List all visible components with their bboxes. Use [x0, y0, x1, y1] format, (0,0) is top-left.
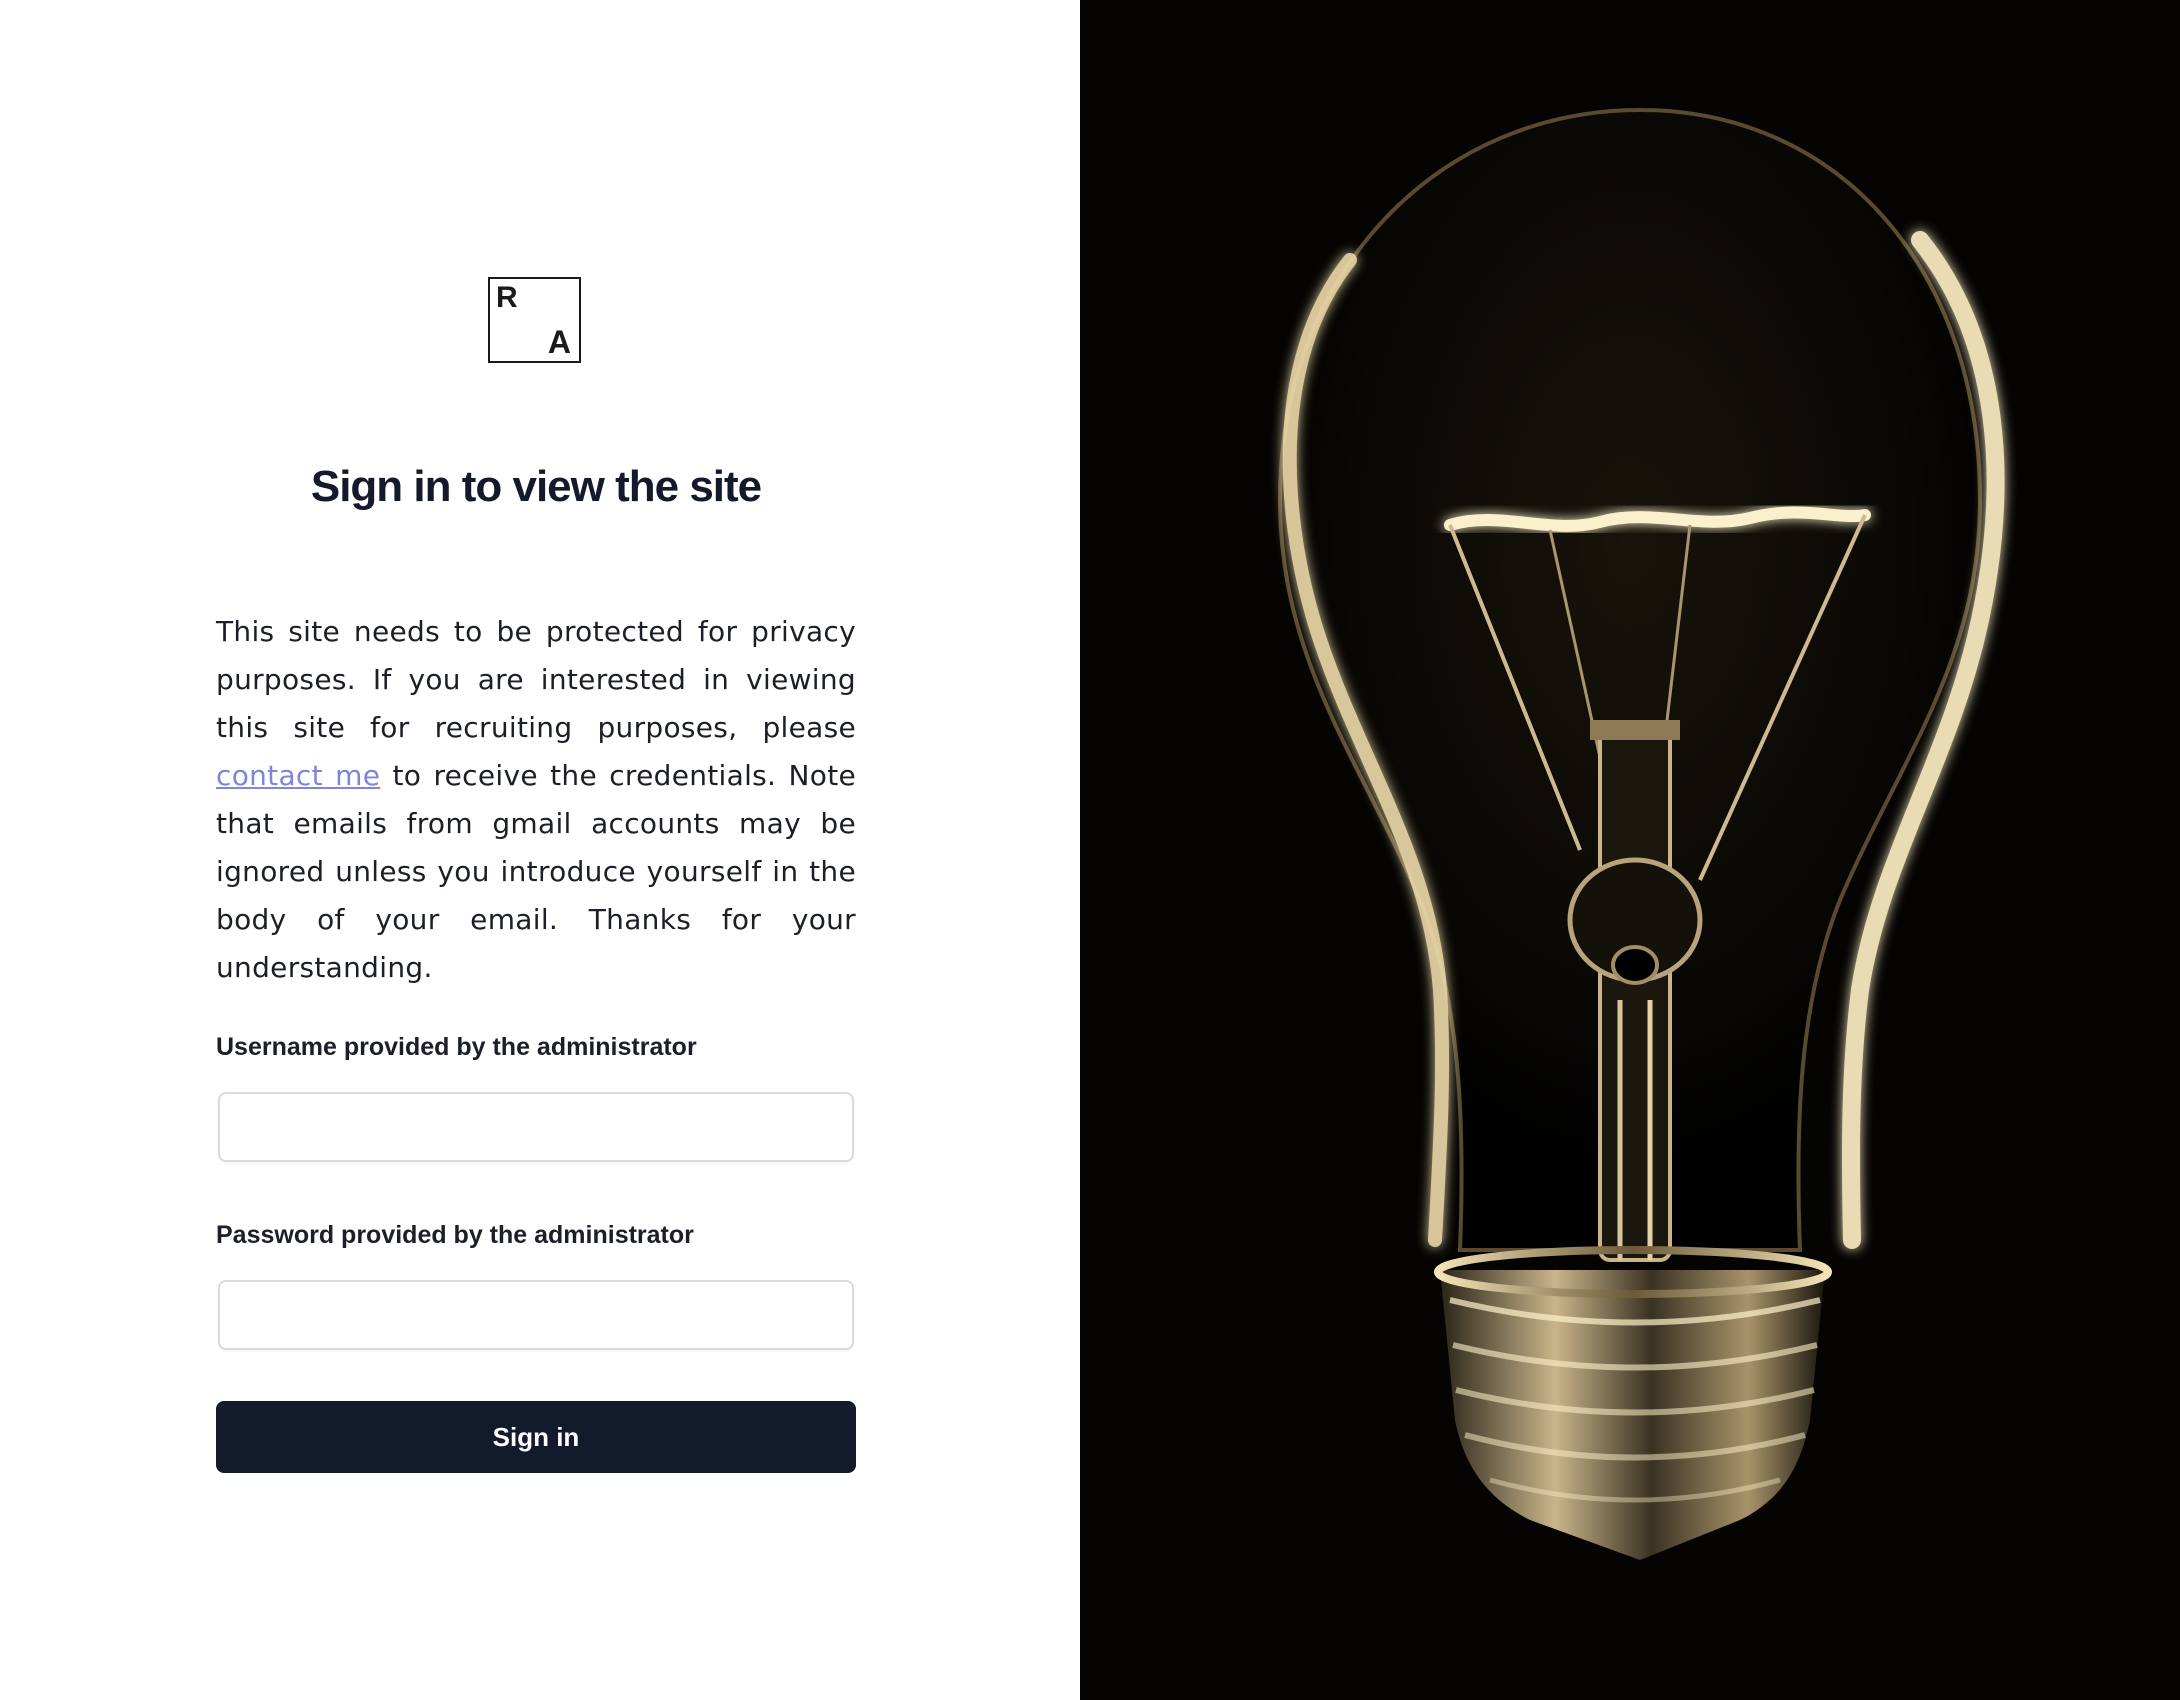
sign-in-button[interactable]: Sign in [216, 1401, 856, 1473]
username-label: Username provided by the administrator [216, 1033, 697, 1061]
sign-in-panel: R A Sign in to view the site This site n… [0, 0, 1080, 1700]
bulb-stem [1598, 728, 1672, 1262]
intro-text-before: This site needs to be protected for priv… [216, 615, 856, 744]
contact-me-link[interactable]: contact me [216, 759, 380, 792]
logo-letter-r: R [496, 281, 518, 314]
sign-in-page: R A Sign in to view the site This site n… [0, 0, 2180, 1700]
page-title: Sign in to view the site [310, 462, 762, 511]
intro-text: This site needs to be protected for priv… [216, 608, 856, 992]
password-input[interactable] [218, 1280, 854, 1350]
site-logo: R A [488, 277, 581, 363]
hero-image-panel [1080, 0, 2180, 1700]
username-input[interactable] [218, 1092, 854, 1162]
light-bulb-image [1080, 0, 2180, 1700]
password-label: Password provided by the administrator [216, 1221, 694, 1249]
intro-text-after: to receive the credentials. Note that em… [216, 759, 856, 984]
stem-top [1590, 720, 1680, 740]
logo-letter-a: A [547, 324, 571, 360]
stem-knot [1611, 945, 1659, 985]
